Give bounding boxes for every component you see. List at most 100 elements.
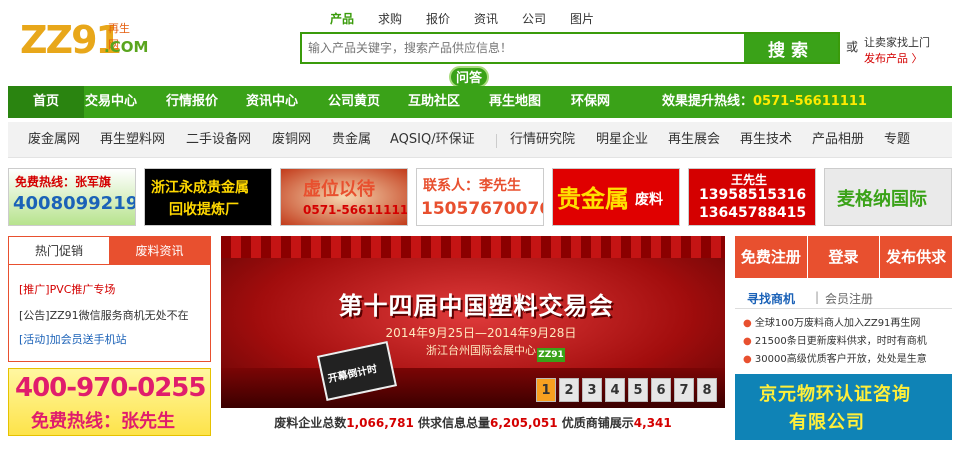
banner-page-1[interactable]: 1 (536, 378, 556, 402)
search-tab-product[interactable]: 产品 (318, 10, 366, 28)
post-supply-button[interactable]: 发布供求 (880, 236, 952, 278)
banner-page-2[interactable]: 2 (559, 378, 579, 402)
nav-community[interactable]: 互助社区 (408, 86, 460, 118)
login-button[interactable]: 登录 (808, 236, 881, 278)
nav-company-pages[interactable]: 公司黄页 (328, 86, 380, 118)
promo-item[interactable]: [推广]PVC推广专场 (19, 281, 115, 297)
banner-curtain (221, 236, 725, 258)
subnav-scrap-metal[interactable]: 废金属网 (28, 122, 80, 158)
nav-home[interactable]: 首页 (8, 86, 84, 118)
search-tab-image[interactable]: 图片 (558, 10, 606, 28)
subnav-divider (496, 134, 497, 148)
ad7-title: 麦格纳国际 (837, 189, 927, 210)
stat-label-listings: 供求信息总量 (418, 416, 491, 430)
tab-scrap-news[interactable]: 废料资讯 (109, 237, 210, 265)
subnav-aqsiq[interactable]: AQSIQ/环保证 (390, 122, 475, 158)
ad-banner-6[interactable]: 王先生 13958515316 13645788415 (688, 168, 816, 226)
ad-banner-2[interactable]: 浙江永成贵金属 回收提炼厂 (144, 168, 272, 226)
subnav-expo[interactable]: 再生展会 (668, 122, 720, 158)
find-business-panel: 寻找商机 | 会员注册 ● 全球100万废料商人加入ZZ91再生网 ● 2150… (735, 284, 952, 370)
search-button[interactable]: 搜索 (744, 34, 838, 62)
ad4-phone: 15057670076 (421, 199, 544, 219)
search-tab-company[interactable]: 公司 (510, 10, 558, 28)
hot-promo-tabs: 热门促销 废料资讯 (9, 237, 210, 265)
promo-text: 加会员送手机站 (49, 333, 127, 346)
hot-promo-panel: 热门促销 废料资讯 [推广]PVC推广专场 [公告]ZZ91微信服务商机无处不在… (8, 236, 211, 362)
stat-label-shops: 优质商铺展示 (561, 416, 634, 430)
bullet-icon: ● (743, 336, 755, 347)
banner-date: 2014年9月25日—2014年9月28日 (385, 326, 577, 340)
subnav-used-equipment[interactable]: 二手设备网 (186, 122, 251, 158)
subnav-album[interactable]: 产品相册 (812, 122, 864, 158)
biz-item: ● 全球100万废料商人加入ZZ91再生网 (743, 318, 921, 329)
right-ad-line1: 京元物环认证咨询 (759, 384, 911, 405)
left-hotline-number: 400-970-0255 (15, 373, 206, 403)
ad-banner-3[interactable]: 虚位以待 0571-56611111 (280, 168, 408, 226)
expo-banner[interactable]: 第十四届中国塑料交易会 2014年9月25日—2014年9月28日 浙江台州国际… (221, 236, 725, 408)
ad1-phone: 4008099219 (13, 193, 136, 214)
nav-recycling-map[interactable]: 再生地图 (489, 86, 541, 118)
promo-item[interactable]: [公告]ZZ91微信服务商机无处不在 (19, 307, 189, 323)
right-ad-line2: 有限公司 (789, 412, 865, 433)
account-actions: 免费注册 登录 发布供求 (735, 236, 952, 278)
ad-banner-1[interactable]: 免费热线：张军旗 4008099219 (8, 168, 136, 226)
ad6-contact: 王先生 (731, 173, 768, 187)
banner-page-6[interactable]: 6 (651, 378, 671, 402)
subnav-topics[interactable]: 专题 (884, 122, 910, 158)
ad6-phone-2: 13645788415 (699, 205, 807, 221)
ad1-title: 免费热线：张军旗 (15, 175, 112, 189)
promo-tag: [推广] (19, 283, 50, 296)
banner-page-8[interactable]: 8 (697, 378, 717, 402)
nav-news-center[interactable]: 资讯中心 (246, 86, 298, 118)
ad4-contact: 联系人：李先生 (423, 178, 521, 194)
site-logo[interactable]: ZZ91 再生网 .COM (20, 8, 148, 70)
promo-tag: [公告] (19, 309, 50, 322)
promo-tag: [活动] (19, 333, 50, 346)
banner-zz91-mark: ZZ91 (537, 348, 565, 362)
ad-banner-4[interactable]: 联系人：李先生 15057670076 (416, 168, 544, 226)
biz-item: ● 30000高级优质客户开放，处处是生意 (743, 354, 927, 365)
left-hotline-ad[interactable]: 400-970-0255 免费热线：张先生 (8, 368, 211, 436)
seller-prompt: 让卖家找上门 (864, 36, 930, 49)
find-business-link[interactable]: 寻找商机 (747, 290, 795, 307)
stat-value-listings: 6,205,051 (490, 416, 558, 430)
search-tab-buy[interactable]: 求购 (366, 10, 414, 28)
site-stats: 废料企业总数1,066,781 供求信息总量6,205,051 优质商铺展示4,… (221, 414, 725, 432)
subnav-tech[interactable]: 再生技术 (740, 122, 792, 158)
banner-page-4[interactable]: 4 (605, 378, 625, 402)
nav-trade-center[interactable]: 交易中心 (85, 86, 137, 118)
banner-pagination: 1 2 3 4 5 6 7 8 (536, 378, 717, 402)
qa-bubble[interactable]: 问答 (449, 66, 489, 88)
banner-title: 第十四届中国塑料交易会 (338, 292, 614, 320)
stat-value-companies: 1,066,781 (346, 416, 414, 430)
ad-banner-7[interactable]: 麦格纳国际 (824, 168, 952, 226)
ad-banner-5[interactable]: 贵金属 废料 (552, 168, 680, 226)
subnav-scrap-copper[interactable]: 废铜网 (272, 122, 311, 158)
search-tab-news[interactable]: 资讯 (462, 10, 510, 28)
member-register-link[interactable]: 会员注册 (825, 290, 873, 307)
ad5-line2: 废料 (635, 192, 663, 208)
search-category-tabs: 产品 求购 报价 资讯 公司 图片 (318, 10, 606, 28)
tab-hot-promo[interactable]: 热门促销 (9, 237, 109, 265)
biz-divider (735, 308, 952, 309)
subnav-recycled-plastic[interactable]: 再生塑料网 (100, 122, 165, 158)
promo-item[interactable]: [活动]加会员送手机站 (19, 331, 127, 347)
subnav-star-companies[interactable]: 明星企业 (596, 122, 648, 158)
ad3-line2: 0571-56611111 (303, 203, 408, 217)
main-nav: 首页 交易中心 行情报价 资讯中心 公司黄页 互助社区 再生地图 环保网 效果提… (8, 86, 952, 118)
right-ad-banner[interactable]: 京元物环认证咨询 有限公司 (735, 374, 952, 440)
logo-com: .COM (104, 38, 149, 56)
nav-env-site[interactable]: 环保网 (571, 86, 610, 118)
nav-market-price[interactable]: 行情报价 (166, 86, 218, 118)
banner-page-3[interactable]: 3 (582, 378, 602, 402)
banner-page-7[interactable]: 7 (674, 378, 694, 402)
register-button[interactable]: 免费注册 (735, 236, 808, 278)
subnav-precious-metal[interactable]: 贵金属 (332, 122, 371, 158)
banner-page-5[interactable]: 5 (628, 378, 648, 402)
hotline-number: 0571-56611111 (753, 94, 867, 109)
search-input[interactable] (304, 36, 744, 60)
publish-product-link[interactable]: 发布产品 〉 (864, 50, 923, 66)
ad5-line1: 贵金属 (557, 185, 629, 213)
search-tab-price[interactable]: 报价 (414, 10, 462, 28)
subnav-market-research[interactable]: 行情研究院 (510, 122, 575, 158)
